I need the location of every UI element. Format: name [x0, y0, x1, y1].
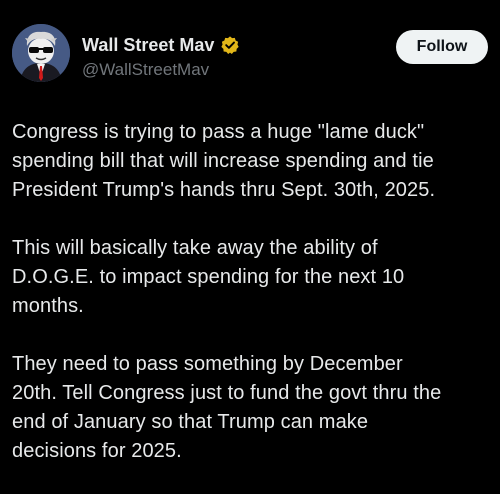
avatar-wallstreet-character-icon [12, 24, 70, 82]
author-name-row: Wall Street Mav [82, 34, 240, 56]
avatar[interactable] [12, 24, 70, 82]
tweet-card: Wall Street Mav @WallStreetMav Follow Co… [0, 0, 500, 494]
tweet-header: Wall Street Mav @WallStreetMav Follow [12, 24, 488, 84]
tweet-line: President Trump's hands thru Sept. 30th,… [12, 179, 436, 201]
tweet-line: spending bill that will increase spendin… [12, 150, 434, 172]
tweet-line: Congress is trying to pass a huge "lame … [12, 121, 425, 143]
tweet-paragraph: Congress is trying to pass a huge "lame … [12, 118, 488, 205]
author-handle[interactable]: @WallStreetMav [82, 60, 209, 80]
tweet-line: 20th. Tell Congress just to fund the gov… [12, 382, 442, 404]
author-display-name[interactable]: Wall Street Mav [82, 34, 214, 56]
verified-badge-icon [221, 36, 240, 54]
follow-button[interactable]: Follow [396, 30, 488, 64]
tweet-line: This will basically take away the abilit… [12, 237, 378, 259]
tweet-line: months. [12, 295, 84, 317]
tweet-line: decisions for 2025. [12, 440, 182, 462]
tweet-paragraph: They need to pass something by December … [12, 350, 488, 466]
tweet-paragraph: This will basically take away the abilit… [12, 234, 488, 321]
tweet-line: D.O.G.E. to impact spending for the next… [12, 266, 405, 288]
tweet-line: They need to pass something by December [12, 353, 403, 375]
tweet-line: end of January so that Trump can make [12, 411, 369, 433]
tweet-text: Congress is trying to pass a huge "lame … [12, 118, 488, 466]
